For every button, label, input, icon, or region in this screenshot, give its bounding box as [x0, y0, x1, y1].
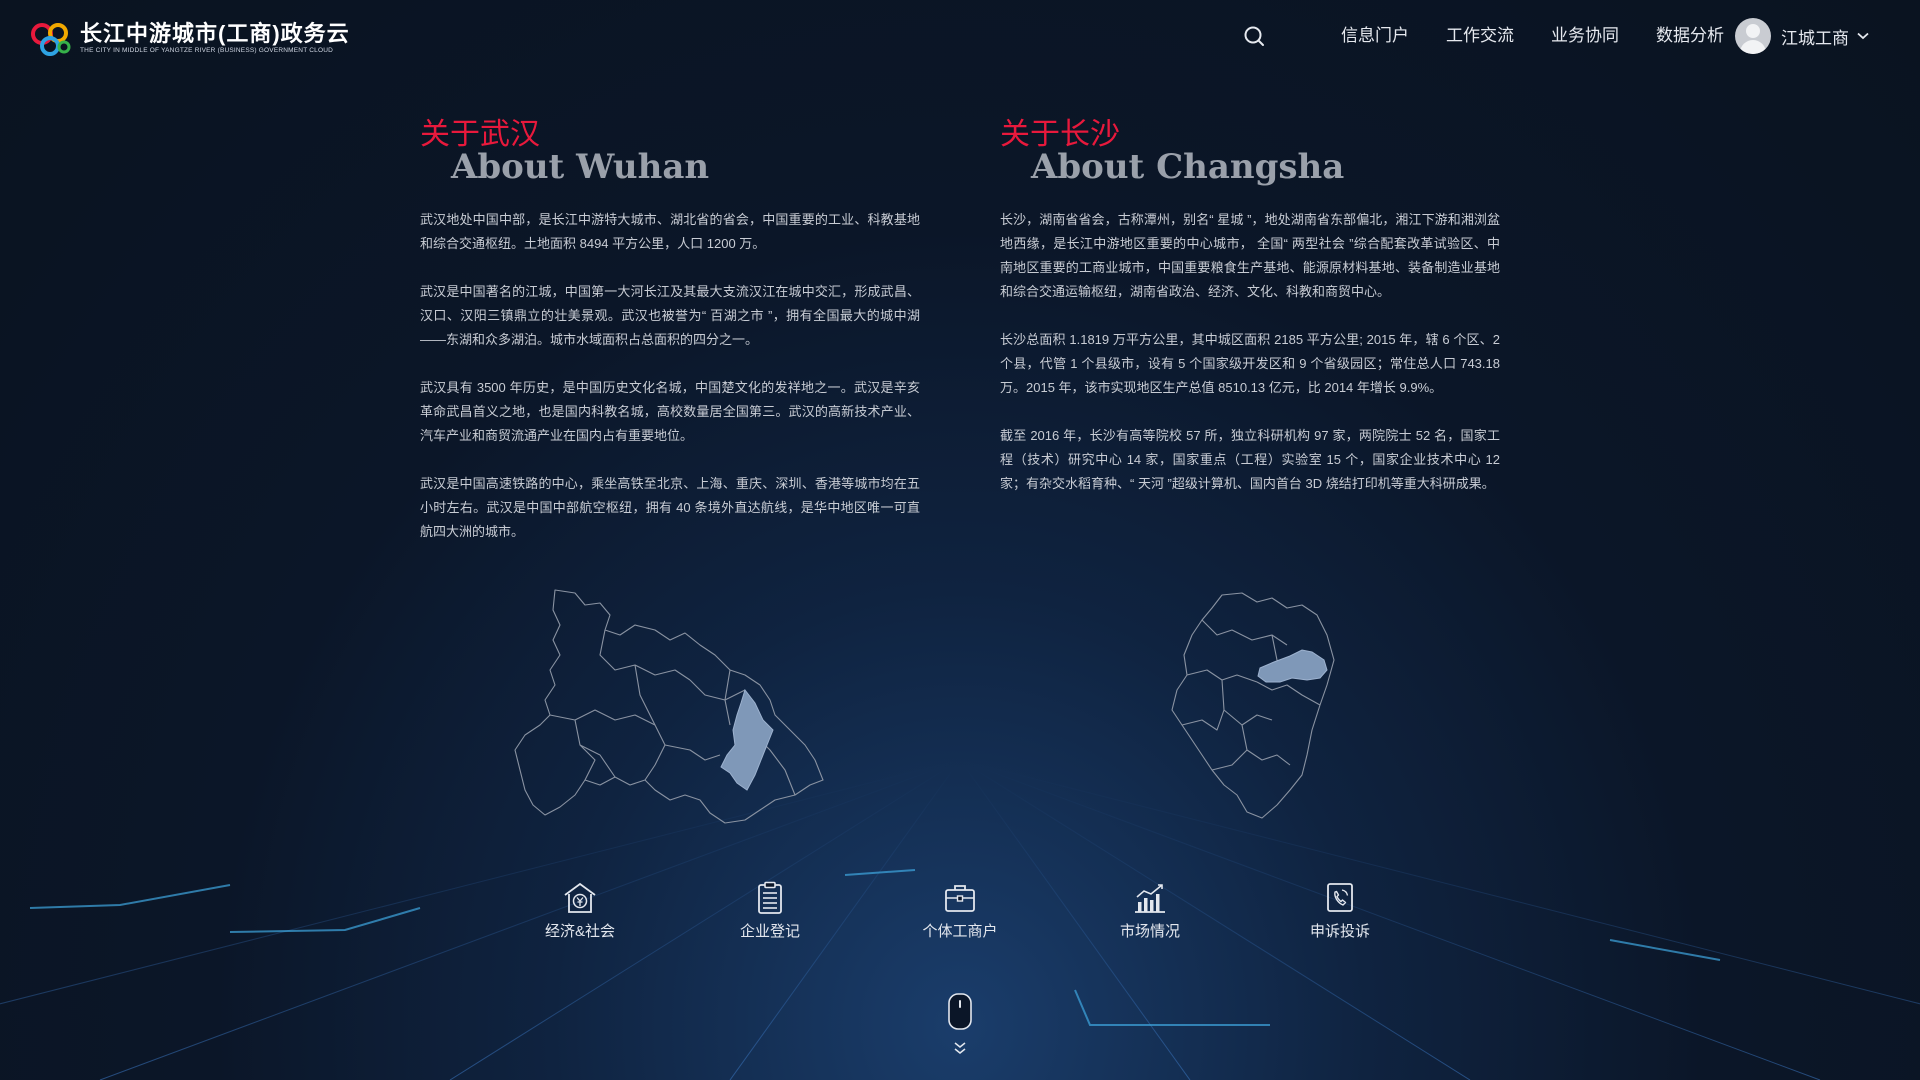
category-market-situation[interactable]: 市场情况 — [1090, 880, 1210, 941]
scroll-down-mouse-icon[interactable] — [948, 993, 972, 1063]
hubei-province-map — [514, 589, 824, 824]
wuhan-highlight — [720, 688, 774, 791]
wuhan-paragraph: 武汉是中国著名的江城，中国第一大河长江及其最大支流汉江在城中交汇，形成武昌、汉口… — [420, 284, 920, 347]
category-individual-business[interactable]: 个体工商户 — [900, 880, 1020, 941]
wuhan-paragraph: 武汉具有 3500 年历史，是中国历史文化名城，中国楚文化的发祥地之一。武汉是辛… — [420, 380, 920, 443]
clipboard-icon — [758, 881, 782, 914]
about-wuhan-section: 关于武汉 About Wuhan 武汉地处中国中部，是长江中游特大城市、湖北省的… — [420, 118, 920, 568]
nav-work-exchange[interactable]: 工作交流 — [1446, 24, 1514, 48]
avatar — [1735, 18, 1771, 54]
hunan-province-map — [1171, 592, 1335, 819]
about-changsha-section: 关于长沙 About Changsha 长沙，湖南省省会，古称潭州，别名“ 星城… — [1000, 118, 1500, 520]
nav-data-analysis[interactable]: 数据分析 — [1656, 24, 1724, 48]
changsha-title-en: About Changsha — [1031, 147, 1345, 187]
logo-swirl-icon — [31, 23, 71, 56]
nav-info-portal[interactable]: 信息门户 — [1341, 24, 1409, 48]
user-menu[interactable]: 江城工商 — [1735, 18, 1869, 54]
briefcase-icon — [945, 885, 975, 912]
main-nav: 信息门户 工作交流 业务协同 数据分析 — [1341, 24, 1761, 48]
wuhan-paragraph: 武汉地处中国中部，是长江中游特大城市、湖北省的省会，中国重要的工业、科教基地和综… — [420, 212, 920, 251]
category-label: 企业登记 — [739, 923, 800, 940]
category-complaint[interactable]: 申诉投诉 — [1280, 880, 1400, 941]
category-label: 申诉投诉 — [1309, 923, 1370, 940]
phone-complaint-icon — [1327, 883, 1353, 912]
category-bar: 经济&社会 企业登记 个体工商户 市场情况 申诉投诉 — [0, 880, 1920, 950]
changsha-paragraph: 长沙总面积 1.1819 万平方公里，其中城区面积 2185 平方公里; 201… — [1000, 332, 1500, 395]
top-header: 长江中游城市(工商)政务云 THE CITY IN MIDDLE OF YANG… — [0, 0, 1920, 72]
bank-house-icon — [564, 882, 596, 913]
wuhan-title-en: About Wuhan — [451, 147, 710, 187]
chevron-down-icon — [1857, 32, 1869, 40]
logo-title: 长江中游城市(工商)政务云 — [80, 20, 350, 46]
nav-business-collab[interactable]: 业务协同 — [1551, 24, 1619, 48]
user-name: 江城工商 — [1781, 28, 1849, 48]
logo[interactable]: 长江中游城市(工商)政务云 THE CITY IN MIDDLE OF YANG… — [28, 18, 350, 58]
changsha-paragraph: 截至 2016 年，长沙有高等院校 57 所，独立科研机构 97 家，两院院士 … — [1000, 428, 1500, 491]
changsha-paragraph: 长沙，湖南省省会，古称潭州，别名“ 星城 ”，地处湖南省东部偏北，湘江下游和湘浏… — [1000, 212, 1500, 299]
category-label: 个体工商户 — [922, 923, 998, 940]
wuhan-paragraph: 武汉是中国高速铁路的中心，乘坐高铁至北京、上海、重庆、深圳、香港等城市均在五小时… — [420, 476, 920, 539]
category-label: 市场情况 — [1119, 923, 1180, 940]
logo-subtitle: THE CITY IN MIDDLE OF YANGTZE RIVER (BUS… — [80, 46, 334, 54]
bar-chart-icon — [1135, 884, 1165, 913]
changsha-highlight — [1257, 649, 1328, 683]
category-label: 经济&社会 — [544, 923, 615, 940]
category-economy-society[interactable]: 经济&社会 — [520, 880, 640, 941]
search-icon[interactable] — [1242, 24, 1266, 48]
category-enterprise-registration[interactable]: 企业登记 — [710, 880, 830, 941]
